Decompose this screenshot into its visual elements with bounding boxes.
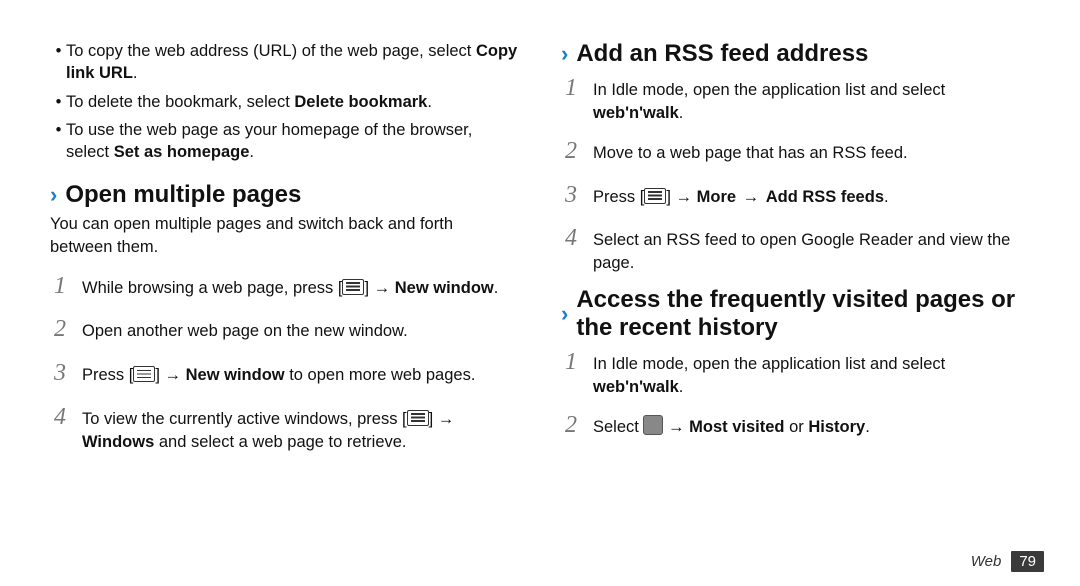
step-body: Select an RSS feed to open Google Reader…: [593, 229, 1030, 275]
bullet-set-homepage: To use the web page as your homepage of …: [66, 119, 519, 164]
heading-open-multiple-pages: › Open multiple pages: [50, 181, 519, 209]
bold-label: New window: [186, 366, 285, 384]
step-number: 4: [50, 401, 70, 435]
text: Press [: [593, 188, 644, 206]
step: 4 Select an RSS feed to open Google Read…: [561, 222, 1030, 275]
heading-access-history: › Access the frequently visited pages or…: [561, 286, 1030, 342]
text: .: [494, 279, 499, 297]
steps-access-history: 1 In Idle mode, open the application lis…: [561, 346, 1030, 443]
text: .: [427, 93, 432, 111]
bold-label: Windows: [82, 433, 154, 451]
step-number: 4: [561, 222, 581, 256]
left-column: To copy the web address (URL) of the web…: [50, 40, 519, 556]
text: or: [784, 418, 808, 436]
text: While browsing a web page, press [: [82, 279, 342, 297]
step: 2 Open another web page on the new windo…: [50, 313, 519, 347]
text: ] →: [155, 366, 185, 384]
bookmark-tab-icon: [643, 415, 663, 435]
step-number: 2: [50, 313, 70, 347]
step: 3 Press [ ] → More → Add RSS feeds.: [561, 179, 1030, 213]
bold-label: web'n'walk: [593, 104, 679, 122]
menu-icon: [644, 188, 666, 204]
menu-icon: [342, 279, 364, 295]
step: 3 Press [ ] → New window to open more web…: [50, 357, 519, 391]
text: ] →: [364, 279, 394, 297]
right-column: › Add an RSS feed address 1 In Idle mode…: [561, 40, 1030, 556]
step-number: 1: [561, 72, 581, 106]
chevron-icon: ›: [561, 43, 568, 65]
footer-page-number: 79: [1011, 551, 1044, 572]
text: Select: [593, 418, 643, 436]
text: To view the currently active windows, pr…: [82, 410, 407, 428]
step-number: 3: [561, 179, 581, 213]
step: 1 In Idle mode, open the application lis…: [561, 72, 1030, 125]
chevron-icon: ›: [561, 303, 568, 325]
text: ] →: [666, 188, 696, 206]
bullet-delete-bookmark: To delete the bookmark, select Delete bo…: [66, 91, 519, 113]
menu-icon: [133, 366, 155, 382]
text: to open more web pages.: [285, 366, 476, 384]
chevron-icon: ›: [50, 184, 57, 206]
bold-label: More: [697, 188, 736, 206]
step-number: 3: [50, 357, 70, 391]
step-number: 2: [561, 135, 581, 169]
step-body: Press [ ] → New window to open more web p…: [82, 364, 519, 387]
bullet-copy-link: To copy the web address (URL) of the web…: [66, 40, 519, 85]
manual-page: To copy the web address (URL) of the web…: [0, 0, 1080, 586]
step-number: 1: [561, 346, 581, 380]
text: In Idle mode, open the application list …: [593, 355, 945, 373]
step-number: 1: [50, 270, 70, 304]
bold-label: Add RSS feeds: [766, 188, 884, 206]
heading-add-rss: › Add an RSS feed address: [561, 40, 1030, 68]
text: .: [133, 64, 138, 82]
menu-icon: [407, 410, 429, 426]
text: .: [249, 143, 254, 161]
context-bullets: To copy the web address (URL) of the web…: [50, 40, 519, 163]
step-body: Open another web page on the new window.: [82, 320, 519, 343]
bold-label: Delete bookmark: [294, 93, 427, 111]
step: 2 Move to a web page that has an RSS fee…: [561, 135, 1030, 169]
bold-label: History: [808, 418, 865, 436]
text: .: [679, 104, 684, 122]
step-body: To view the currently active windows, pr…: [82, 408, 519, 454]
text: .: [679, 378, 684, 396]
steps-open-multiple-pages: 1 While browsing a web page, press [ ] → …: [50, 270, 519, 454]
bold-label: Set as homepage: [114, 143, 250, 161]
text: Press [: [82, 366, 133, 384]
footer-section-name: Web: [971, 553, 1002, 570]
arrow-text: →: [736, 188, 766, 206]
step-body: While browsing a web page, press [ ] → Ne…: [82, 277, 519, 300]
text: →: [663, 418, 689, 436]
step: 1 In Idle mode, open the application lis…: [561, 346, 1030, 399]
heading-text: Add an RSS feed address: [576, 40, 868, 68]
steps-add-rss: 1 In Idle mode, open the application lis…: [561, 72, 1030, 276]
intro-text: You can open multiple pages and switch b…: [50, 213, 519, 258]
step-body: Move to a web page that has an RSS feed.: [593, 142, 1030, 165]
text: To delete the bookmark, select: [66, 93, 294, 111]
text: In Idle mode, open the application list …: [593, 81, 945, 99]
text: To copy the web address (URL) of the web…: [66, 42, 476, 60]
step: 4 To view the currently active windows, …: [50, 401, 519, 454]
step-body: In Idle mode, open the application list …: [593, 353, 1030, 399]
text: .: [884, 188, 889, 206]
step-body: Press [ ] → More → Add RSS feeds.: [593, 186, 1030, 209]
step-body: In Idle mode, open the application list …: [593, 79, 1030, 125]
step: 1 While browsing a web page, press [ ] → …: [50, 270, 519, 304]
heading-text: Open multiple pages: [65, 181, 301, 209]
text: .: [865, 418, 870, 436]
step: 2 Select → Most visited or History.: [561, 409, 1030, 443]
step-body: Select → Most visited or History.: [593, 415, 1030, 439]
heading-text: Access the frequently visited pages or t…: [576, 286, 1030, 342]
step-number: 2: [561, 409, 581, 443]
page-footer: Web 79: [971, 551, 1044, 572]
bold-label: web'n'walk: [593, 378, 679, 396]
text: and select a web page to retrieve.: [154, 433, 406, 451]
text: ] →: [429, 410, 455, 428]
bold-label: Most visited: [689, 418, 784, 436]
bold-label: New window: [395, 279, 494, 297]
